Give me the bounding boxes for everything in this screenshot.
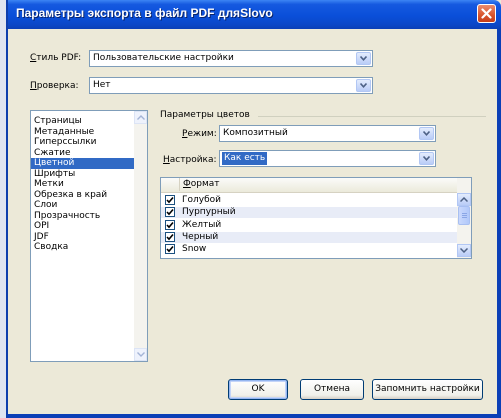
sidebar-item[interactable]: Сводка	[31, 242, 147, 253]
sidebar-item[interactable]: OPI	[31, 221, 147, 232]
sidebar-item[interactable]: Метки	[31, 179, 147, 190]
sidebar-item[interactable]: Метаданные	[31, 127, 147, 138]
row-label: Пурпурный	[182, 207, 236, 218]
mode-label: Режим:	[182, 129, 217, 139]
setting-select[interactable]: Как есть	[219, 150, 436, 167]
background-window-edge	[0, 0, 8, 418]
scroll-up-icon[interactable]	[457, 193, 471, 206]
setting-value: Как есть	[222, 152, 268, 165]
window-frame-right	[497, 29, 501, 418]
category-list-scrollbar[interactable]	[134, 111, 147, 361]
cancel-button[interactable]: Отмена	[300, 379, 364, 400]
format-column-header[interactable]: Формат	[183, 179, 220, 189]
ok-button[interactable]: OK	[228, 379, 288, 400]
style-pdf-select[interactable]: Пользовательские настройки	[89, 50, 373, 67]
sidebar-item[interactable]: Гиперссылки	[31, 137, 147, 148]
category-list[interactable]: Страницы Метаданные Гиперссылки Сжатие Цветн…	[30, 110, 148, 362]
format-table[interactable]: Формат Голубой Пурпурный Желтый Черный Snow	[160, 177, 472, 259]
checkbox[interactable]	[165, 195, 175, 205]
save-settings-button[interactable]: Запомнить настройки	[372, 379, 483, 400]
checkbox[interactable]	[165, 207, 175, 218]
scroll-up-icon[interactable]	[134, 111, 147, 124]
format-table-scrollbar[interactable]	[457, 178, 471, 258]
checkbox[interactable]	[165, 231, 175, 242]
table-row: Желтый	[161, 219, 457, 231]
checkbox[interactable]	[165, 219, 175, 230]
window-frame-bottom	[8, 414, 501, 418]
window-title: Параметры экспорта в файл PDF дляSlovo	[16, 6, 273, 20]
sidebar-item[interactable]: JDF	[31, 232, 147, 243]
export-pdf-dialog: Параметры экспорта в файл PDF дляSlovo С…	[0, 0, 501, 418]
close-icon[interactable]	[477, 4, 496, 23]
color-params-title: Параметры цветов	[160, 110, 250, 120]
style-pdf-label: Стиль PDF:	[30, 53, 82, 63]
sidebar-item[interactable]: Сжатие	[31, 148, 147, 159]
row-label: Черный	[182, 231, 219, 242]
chevron-down-icon[interactable]	[356, 79, 371, 92]
format-table-header: Формат	[161, 178, 457, 193]
chevron-down-icon[interactable]	[419, 152, 434, 165]
sidebar-item[interactable]: Страницы	[31, 116, 147, 127]
setting-label: Настройка:	[163, 155, 217, 165]
check-label: Проверка:	[30, 81, 79, 91]
row-label: Snow	[182, 244, 207, 255]
sidebar-item[interactable]: Обрезка в край	[31, 190, 147, 201]
row-label: Желтый	[182, 219, 222, 230]
table-row: Snow	[161, 244, 457, 255]
mode-select[interactable]: Композитный	[219, 125, 436, 142]
checkbox[interactable]	[165, 244, 175, 255]
style-pdf-value: Пользовательские настройки	[93, 53, 234, 63]
check-select[interactable]: Нет	[89, 77, 373, 94]
check-value: Нет	[93, 80, 111, 90]
mode-value: Композитный	[223, 128, 288, 138]
sidebar-item[interactable]: Шрифты	[31, 169, 147, 180]
sidebar-item[interactable]: Прозрачность	[31, 211, 147, 222]
table-row: Черный	[161, 231, 457, 243]
chevron-down-icon[interactable]	[419, 127, 434, 140]
group-divider	[258, 116, 486, 117]
scroll-down-icon[interactable]	[134, 348, 147, 361]
table-row: Пурпурный	[161, 207, 457, 219]
scroll-down-icon[interactable]	[457, 244, 471, 257]
table-row: Голубой	[161, 195, 457, 206]
title-bar[interactable]: Параметры экспорта в файл PDF дляSlovo	[8, 0, 501, 29]
sidebar-item[interactable]: Цветной	[31, 158, 134, 169]
sidebar-item[interactable]: Слои	[31, 200, 147, 211]
chevron-down-icon[interactable]	[356, 52, 371, 65]
row-label: Голубой	[182, 195, 221, 205]
scroll-thumb[interactable]	[458, 206, 470, 225]
